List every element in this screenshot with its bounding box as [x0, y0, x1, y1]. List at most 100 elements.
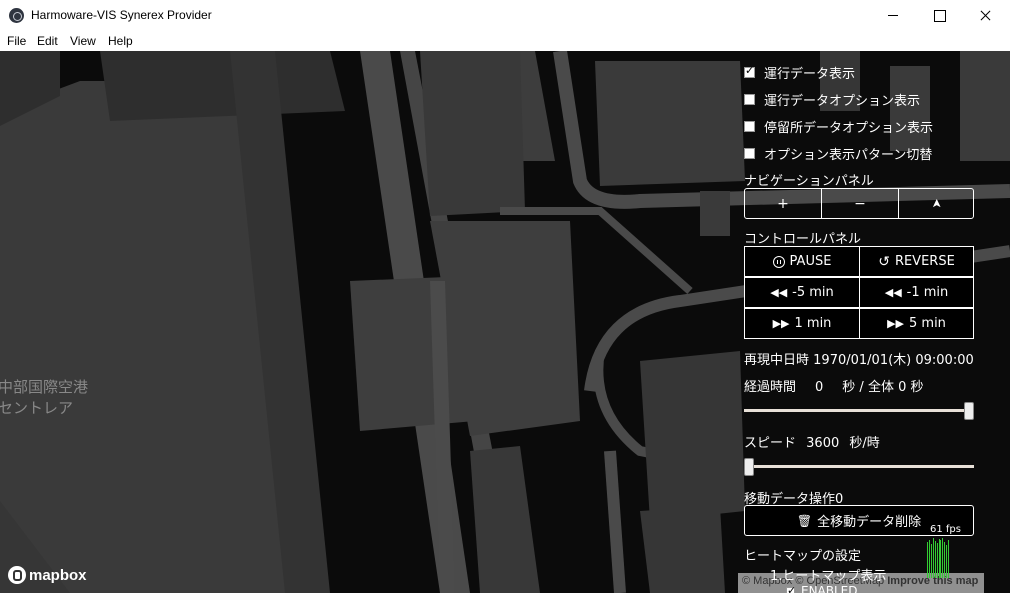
fps-bar [934, 541, 936, 578]
map-building [100, 51, 345, 121]
checkbox-icon[interactable] [786, 584, 796, 593]
checkbox-label: 停留所データオプション表示 [764, 120, 934, 136]
map-label-centrair: セントレア [0, 399, 74, 417]
map-building [640, 506, 725, 593]
mapbox-logo-text: mapbox [29, 566, 87, 584]
rewind-icon: ◀◀ [770, 286, 788, 299]
fps-bar [928, 540, 930, 578]
maximize-button[interactable] [916, 0, 962, 31]
elapsed-slider-track[interactable] [744, 409, 974, 412]
rewind-icon: ◀◀ [884, 286, 902, 299]
fps-graph [927, 538, 950, 578]
fps-bar [932, 538, 934, 578]
pause-button[interactable]: PAUSE [744, 246, 860, 277]
back-1-min-label: -1 min [906, 285, 949, 300]
checkbox-icon[interactable] [744, 120, 755, 132]
mapbox-icon [8, 566, 26, 584]
menu-bar: File Edit View Help [0, 31, 1010, 51]
elapsed-time: 経過時間 0 秒 / 全体 0 秒 [744, 376, 923, 395]
elapsed-unit: 秒 / 全体 0 秒 [842, 380, 924, 395]
checkbox-icon[interactable] [744, 93, 755, 105]
reverse-icon: ↺ [878, 253, 890, 270]
map-building [960, 51, 1010, 161]
map-building [350, 276, 475, 431]
speed-slider-track[interactable] [744, 465, 974, 468]
map-building [470, 446, 540, 593]
heatmap-settings-title: ヒートマップの設定 [744, 549, 862, 564]
playback-datetime: 再現中日時 1970/01/01(木) 09:00:00 [744, 349, 974, 368]
speed-slider-thumb[interactable] [744, 458, 754, 476]
fps-bar [936, 543, 938, 578]
checkbox-operation-option[interactable]: 運行データオプション表示 [744, 90, 921, 109]
checkbox-label: 運行データオプション表示 [764, 93, 921, 109]
elapsed-slider-thumb[interactable] [964, 402, 974, 420]
map-building [890, 66, 930, 151]
forward-5-min-button[interactable]: ▶▶ 5 min [859, 308, 974, 339]
fps-bar [940, 540, 942, 578]
playback-label: 再現中日時 [744, 353, 810, 368]
fps-counter: 61 fps [930, 524, 961, 535]
map-building [595, 61, 745, 186]
title-bar: Harmoware-VIS Synerex Provider [0, 0, 1010, 31]
map-building [640, 351, 745, 521]
fps-bar [927, 542, 928, 578]
compass-button[interactable]: ➤ [922, 167, 951, 241]
map-label-airport: 中部国際空港 [0, 378, 89, 396]
fps-bar [948, 540, 950, 578]
map-building [420, 51, 525, 216]
back-1-min-button[interactable]: ◀◀ -1 min [859, 277, 974, 308]
checkbox-label: オプション表示パターン切替 [764, 147, 933, 163]
trash-icon: 🗑 [796, 513, 813, 528]
forward-1-min-label: 1 min [794, 316, 832, 331]
forward-1-min-button[interactable]: ▶▶ 1 min [744, 308, 860, 339]
navigation-panel-title: ナビゲーションパネル [744, 174, 874, 189]
speed-value: 3600 [806, 436, 840, 451]
back-5-min-button[interactable]: ◀◀ -5 min [744, 277, 860, 308]
map-road [604, 450, 626, 593]
elapsed-label: 経過時間 [744, 380, 797, 395]
fps-bar [930, 544, 932, 578]
fps-bar [938, 539, 940, 578]
checkbox-icon[interactable] [744, 147, 755, 159]
navigation-controls: + − ➤ [744, 188, 974, 219]
zoom-out-button[interactable]: − [822, 189, 898, 218]
minimize-button[interactable] [870, 0, 916, 31]
zoom-in-button[interactable]: + [745, 189, 821, 218]
reverse-button[interactable]: ↺ REVERSE [859, 246, 974, 277]
mapbox-logo[interactable]: mapbox [8, 564, 87, 586]
divider [898, 189, 899, 218]
checkbox-operation-data[interactable]: 運行データ表示 [744, 63, 856, 82]
checkbox-option-pattern[interactable]: オプション表示パターン切替 [744, 144, 933, 163]
delete-all-label: 全移動データ削除 [817, 515, 922, 530]
pause-icon [772, 255, 785, 268]
menu-help[interactable]: Help [108, 34, 133, 48]
elapsed-value: 0 [815, 380, 824, 395]
close-button[interactable] [962, 0, 1008, 31]
checkbox-icon[interactable] [744, 64, 755, 78]
control-panel-title: コントロールパネル [744, 232, 862, 247]
heatmap-display-item: 1.ヒートマップ表示 [770, 569, 887, 584]
window-title: Harmoware-VIS Synerex Provider [31, 8, 212, 22]
checkbox-stop-option[interactable]: 停留所データオプション表示 [744, 117, 934, 136]
fps-bar [946, 545, 948, 578]
fps-bar [942, 538, 944, 578]
speed-unit: 秒/時 [849, 436, 880, 451]
menu-view[interactable]: View [70, 34, 96, 48]
speed-label: スピード [744, 436, 797, 451]
app-icon [9, 8, 24, 23]
speed-row: スピード 3600 秒/時 [744, 432, 880, 451]
map-building [700, 191, 730, 236]
fps-bar [944, 542, 946, 578]
back-5-min-label: -5 min [792, 285, 834, 300]
heatmap-enabled-toggle[interactable]: ENABLED [786, 584, 858, 593]
pause-label: PAUSE [789, 254, 832, 269]
fast-forward-icon: ▶▶ [772, 317, 790, 330]
menu-file[interactable]: File [7, 34, 26, 48]
forward-5-min-label: 5 min [909, 316, 946, 331]
checkbox-label: 運行データ表示 [764, 66, 856, 82]
fast-forward-icon: ▶▶ [887, 317, 904, 330]
playback-value: 1970/01/01(木) 09:00:00 [813, 353, 974, 368]
menu-edit[interactable]: Edit [37, 34, 58, 48]
reverse-label: REVERSE [894, 254, 955, 269]
heatmap-enabled-label: ENABLED [801, 584, 858, 593]
